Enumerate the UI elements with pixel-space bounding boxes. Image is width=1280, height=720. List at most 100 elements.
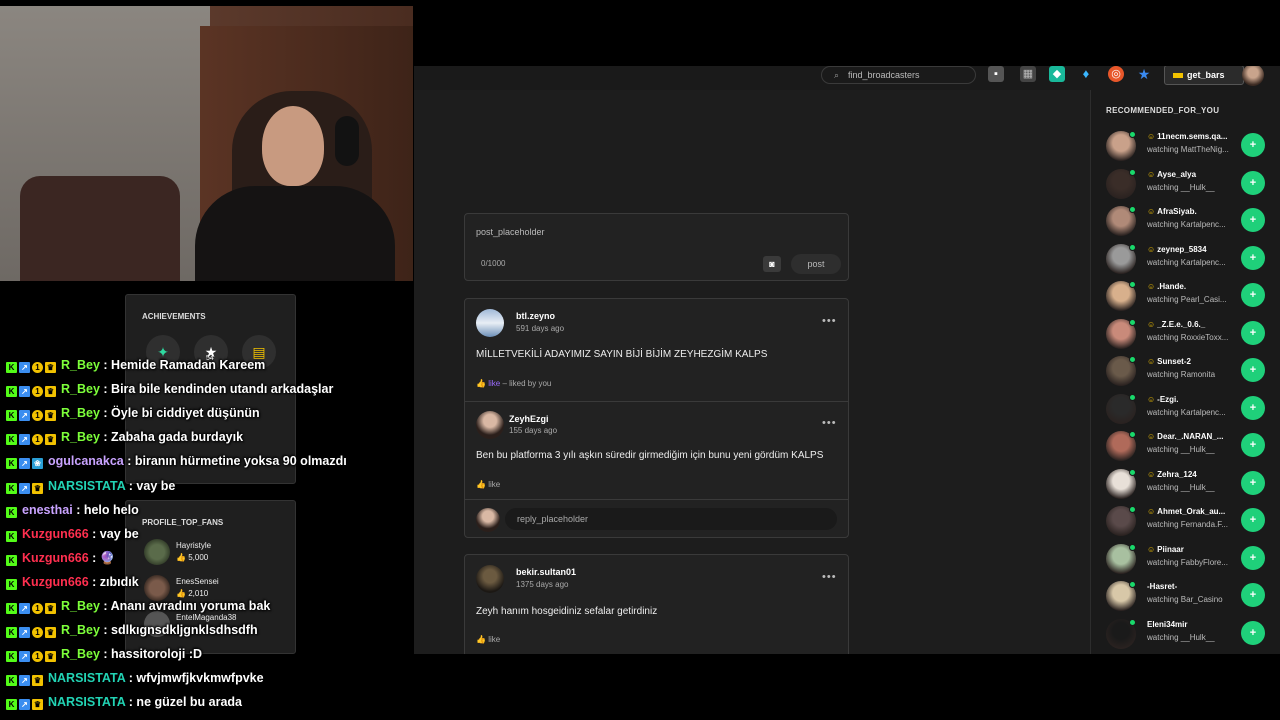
follow-button[interactable]: +	[1241, 470, 1265, 495]
more-options-icon[interactable]: •••	[822, 315, 837, 327]
author-avatar[interactable]	[476, 565, 504, 593]
follow-button[interactable]: +	[1241, 133, 1265, 157]
reply-author-avatar[interactable]	[476, 411, 504, 439]
follow-button[interactable]: +	[1241, 320, 1265, 345]
recommended-item[interactable]: ☺ -Ezgi. watching Kartalpenc... +	[1091, 391, 1280, 428]
og-badge-icon: ❀	[32, 458, 43, 470]
chat-username[interactable]: ogulcanakca	[48, 454, 124, 468]
chat-message: K ↗ 1 ♛ R_Bey : hassitoroloji :D	[6, 647, 202, 669]
chat-username[interactable]: Kuzgun666	[22, 527, 89, 541]
chat-username[interactable]: R_Bey	[61, 406, 100, 420]
chat-username[interactable]: Kuzgun666	[22, 551, 89, 565]
author-avatar[interactable]	[476, 309, 504, 337]
post-author[interactable]: bekir.sultan01	[516, 567, 576, 577]
like-button[interactable]: like	[488, 379, 500, 388]
reply-author[interactable]: ZeyhEzgi	[509, 414, 549, 424]
reply-input[interactable]: reply_placeholder	[505, 508, 837, 530]
user-badge-icon: ☺	[1147, 507, 1156, 516]
follow-button[interactable]: +	[1241, 433, 1265, 457]
chat-username[interactable]: Kuzgun666	[22, 575, 89, 589]
online-indicator	[1129, 393, 1136, 401]
recommended-name: Eleni34mir	[1147, 620, 1187, 629]
chat-username[interactable]: enesthai	[22, 503, 73, 517]
search-input[interactable]: ⌕ find_broadcasters	[821, 66, 976, 84]
recommended-item[interactable]: ☺ Piinaar watching FabbyFlore... +	[1091, 541, 1280, 578]
follow-button[interactable]: +	[1241, 170, 1265, 195]
recommended-item[interactable]: ☺ Zehra_124 watching __Hulk__ +	[1091, 466, 1280, 503]
more-options-icon[interactable]: •••	[822, 571, 837, 583]
follow-button[interactable]: +	[1241, 620, 1265, 645]
recommended-item[interactable]: Eleni34mir watching __Hulk__ +	[1091, 616, 1280, 653]
recommended-item[interactable]: ☺ 11necm.sems.qa... watching MattTheNig...…	[1091, 128, 1280, 165]
like-icon[interactable]: 👍	[476, 379, 486, 388]
recommended-name: ☺ Piinaar	[1147, 545, 1184, 554]
recommended-item[interactable]: ☺ _Z.E.e._0.6._ watching RoxxieToxx... +	[1091, 316, 1280, 353]
diamond-icon[interactable]: ♦	[1078, 66, 1094, 82]
camera-icon[interactable]: ◙	[763, 256, 781, 272]
recommended-item[interactable]: ☺ zeynep_5834 watching Kartalpenc... +	[1091, 241, 1280, 278]
crown-badge-icon: ♛	[32, 482, 43, 494]
gift-badge-icon: 1	[32, 603, 43, 614]
profile-avatar[interactable]	[1242, 66, 1264, 86]
sub-badge-icon: ↗	[19, 651, 30, 663]
like-button[interactable]: like	[488, 480, 500, 489]
chat-username[interactable]: R_Bey	[61, 647, 100, 661]
star-icon[interactable]: ★	[1136, 66, 1152, 82]
chat-username[interactable]: R_Bey	[61, 430, 100, 444]
recommended-name: ☺ _Z.E.e._0.6._	[1147, 320, 1205, 329]
more-options-icon[interactable]: •••	[822, 417, 837, 429]
user-badge-icon: ☺	[1147, 244, 1156, 254]
reply-text: Ben bu platforma 3 yılı aşkın süredir gi…	[476, 450, 824, 461]
kick-badge-icon: K	[6, 530, 17, 542]
chat-username[interactable]: R_Bey	[61, 382, 100, 396]
recommended-item[interactable]: ☺ Dear._.NARAN_... watching __Hulk__ +	[1091, 428, 1280, 465]
kick-badge-icon: K	[6, 554, 17, 566]
recommended-item[interactable]: ☺ Sunset-2 watching Ramonita +	[1091, 353, 1280, 390]
target-icon[interactable]: ◎	[1108, 66, 1124, 82]
post-author[interactable]: btl.zeyno	[516, 311, 555, 321]
user-badge-icon: ☺	[1147, 169, 1156, 179]
online-indicator	[1129, 581, 1136, 588]
recommended-item[interactable]: ☺ Ahmet_Orak_au... watching Fernanda.F... +	[1091, 503, 1280, 540]
kick-badge-icon: K	[6, 603, 17, 614]
recommended-title: RECOMMENDED_FOR_YOU	[1106, 106, 1220, 115]
follow-button[interactable]: +	[1241, 358, 1265, 382]
recommended-item[interactable]: -Hasret-watching Bar_Casino +	[1091, 578, 1280, 615]
kick-badge-icon: K	[6, 458, 17, 470]
calendar-icon[interactable]: ▦	[1020, 66, 1036, 82]
crown-badge-icon: ♛	[45, 362, 56, 373]
get-bars-button[interactable]: get_bars	[1164, 66, 1244, 85]
chat-username[interactable]: NARSISTATA	[48, 671, 125, 685]
recommended-item[interactable]: ☺ .Hande. watching Pearl_Casi... +	[1091, 278, 1280, 315]
follow-button[interactable]: +	[1241, 283, 1265, 307]
recommended-name-text: Sunset-2	[1157, 357, 1191, 366]
chat-username[interactable]: R_Bey	[61, 599, 100, 613]
kick-badge-icon: K	[6, 675, 17, 687]
post-button[interactable]: post	[791, 254, 841, 274]
follow-button[interactable]: +	[1241, 508, 1265, 532]
post-input[interactable]: post_placeholder	[476, 227, 545, 237]
chat-username[interactable]: NARSISTATA	[48, 695, 125, 709]
bars-icon	[1173, 73, 1183, 78]
follow-button[interactable]: +	[1241, 395, 1265, 420]
chat-username[interactable]: NARSISTATA	[48, 479, 125, 493]
follow-button[interactable]: +	[1241, 583, 1265, 607]
follow-button[interactable]: +	[1241, 545, 1265, 570]
gift-box-icon[interactable]: ◆	[1049, 66, 1065, 82]
chat-username[interactable]: R_Bey	[61, 623, 100, 637]
recommended-item[interactable]: ☺ AfraSiyab. watching Kartalpenc... +	[1091, 203, 1280, 240]
chat-username[interactable]: R_Bey	[61, 358, 100, 372]
like-icon[interactable]: 👍	[476, 480, 486, 489]
follow-button[interactable]: +	[1241, 245, 1265, 270]
like-button[interactable]: like	[488, 635, 500, 644]
kick-badge-icon: K	[6, 362, 17, 373]
watching-text: watching __Hulk__	[1147, 632, 1215, 642]
like-icon[interactable]: 👍	[476, 635, 486, 644]
crown-badge-icon: ♛	[45, 603, 56, 614]
recommended-name: -Hasret-	[1147, 582, 1177, 591]
fan-item[interactable]: Hayristyle 👍 5,000	[144, 539, 294, 569]
recommended-item[interactable]: ☺ Ayse_alya watching __Hulk__ +	[1091, 166, 1280, 203]
follow-button[interactable]: +	[1241, 208, 1265, 232]
chat-icon[interactable]: ▪	[988, 66, 1004, 82]
sub-badge-icon: ↗	[19, 482, 30, 494]
